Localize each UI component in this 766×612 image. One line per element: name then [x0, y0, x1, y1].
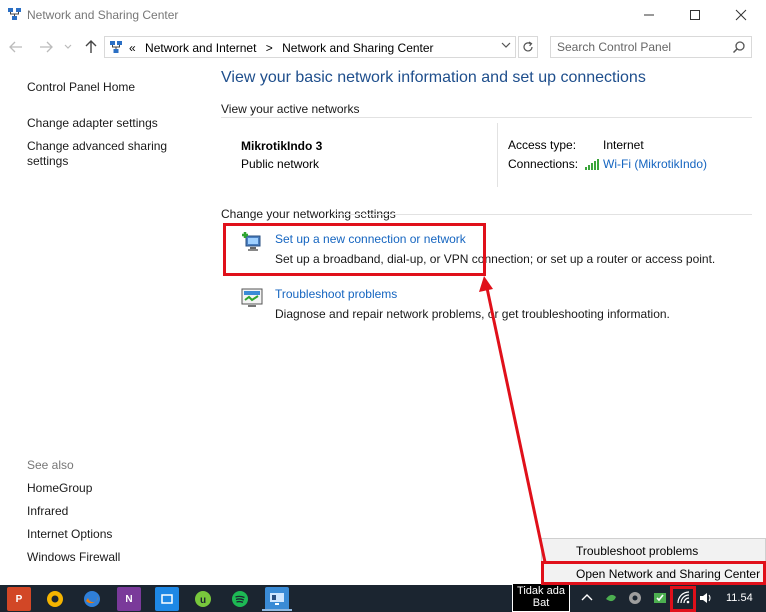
vertical-divider: [497, 123, 498, 187]
maxthon-glyph: [161, 594, 173, 604]
annotation-highlight-menu-item: [541, 561, 766, 585]
annotation-highlight-setup: [223, 223, 486, 276]
spotify-icon[interactable]: [228, 587, 252, 611]
spotify-glyph: [232, 591, 248, 607]
maximize-icon: [690, 10, 700, 20]
sync-icon[interactable]: [628, 591, 642, 605]
wifi-connection-link[interactable]: Wi-Fi (MikrotikIndo): [603, 157, 707, 171]
address-row: « Network and Internet > Network and Sha…: [0, 34, 766, 60]
page-title: View your basic network information and …: [221, 69, 646, 86]
chevron-down-icon: [64, 44, 72, 49]
refresh-icon: [523, 41, 533, 52]
sidebar-link-control-panel-home[interactable]: Control Panel Home: [27, 80, 135, 95]
chrome-canary-glyph: [47, 591, 63, 607]
sidebar-link-change-advanced-sharing[interactable]: Change advanced sharing settings: [27, 139, 197, 169]
breadcrumb: « Network and Internet > Network and Sha…: [129, 41, 440, 55]
see-also-link-internet-options[interactable]: Internet Options: [27, 527, 112, 542]
control-panel-taskbar-icon[interactable]: [265, 587, 289, 611]
control-panel-glyph: [270, 593, 284, 605]
network-category[interactable]: Public network: [241, 157, 319, 171]
access-type-label: Access type:: [508, 138, 577, 152]
window-title: Network and Sharing Center: [27, 8, 179, 22]
volume-icon[interactable]: [699, 591, 713, 605]
tray-app-icon[interactable]: [604, 591, 618, 605]
connections-label: Connections:: [508, 157, 579, 171]
refresh-button[interactable]: [518, 36, 538, 58]
forward-button[interactable]: [37, 38, 55, 56]
annotation-highlight-wifi-tray: [670, 586, 696, 612]
network-center-icon: [110, 41, 122, 53]
battery-tooltip: Tidak ada Bat: [512, 583, 570, 612]
search-box[interactable]: [550, 36, 752, 58]
chevron-down-icon: [501, 42, 511, 48]
up-arrow-icon: [85, 40, 97, 53]
see-also-link-windows-firewall[interactable]: Windows Firewall: [27, 550, 120, 565]
see-also-link-homegroup[interactable]: HomeGroup: [27, 481, 92, 496]
back-button[interactable]: [7, 38, 25, 56]
maximize-button[interactable]: [672, 0, 718, 30]
network-center-icon: [8, 8, 21, 20]
powerpoint-icon[interactable]: P: [7, 587, 31, 611]
maxthon-icon[interactable]: [155, 587, 179, 611]
up-button[interactable]: [82, 38, 100, 56]
address-bar[interactable]: « Network and Internet > Network and Sha…: [104, 36, 516, 58]
minimize-icon: [644, 14, 654, 16]
see-also-link-infrared[interactable]: Infrared: [27, 504, 68, 519]
divider: [334, 214, 752, 215]
active-app-indicator: [262, 609, 292, 611]
breadcrumb-overflow[interactable]: «: [129, 41, 136, 55]
chrome-canary-icon[interactable]: [43, 587, 67, 611]
show-hidden-icons-icon[interactable]: [580, 591, 594, 605]
see-also-label: See also: [27, 458, 74, 472]
search-icon[interactable]: [732, 40, 746, 54]
active-networks-label: View your active networks: [221, 102, 360, 116]
title-bar: Network and Sharing Center: [0, 0, 766, 30]
address-dropdown-button[interactable]: [501, 40, 511, 52]
divider: [221, 117, 752, 118]
breadcrumb-separator[interactable]: >: [266, 41, 273, 55]
onenote-icon[interactable]: N: [117, 587, 141, 611]
close-icon: [735, 9, 747, 21]
access-type-value: Internet: [603, 138, 644, 152]
troubleshoot-icon: [241, 288, 263, 307]
firefox-glyph: [84, 591, 100, 607]
back-arrow-icon: [9, 41, 22, 53]
wifi-signal-icon: [585, 159, 599, 170]
taskbar: P N u: [0, 585, 766, 612]
breadcrumb-item-network-internet[interactable]: Network and Internet: [145, 41, 256, 55]
security-icon[interactable]: [653, 591, 667, 605]
troubleshoot-problems-description: Diagnose and repair network problems, or…: [275, 307, 670, 321]
utorrent-icon[interactable]: u: [191, 587, 215, 611]
menu-item-troubleshoot-problems[interactable]: Troubleshoot problems: [576, 544, 698, 558]
breadcrumb-item-network-sharing-center[interactable]: Network and Sharing Center: [282, 41, 433, 55]
screen: Network and Sharing Center « Network and…: [0, 0, 766, 612]
svg-text:u: u: [200, 595, 206, 606]
forward-arrow-icon: [40, 41, 53, 53]
taskbar-clock[interactable]: 11.54: [726, 592, 753, 604]
utorrent-glyph: u: [195, 591, 211, 607]
minimize-button[interactable]: [626, 0, 672, 30]
troubleshoot-problems-link[interactable]: Troubleshoot problems: [275, 287, 397, 301]
network-name: MikrotikIndo 3: [241, 139, 323, 153]
firefox-icon[interactable]: [80, 587, 104, 611]
close-button[interactable]: [718, 0, 764, 30]
sidebar-link-change-adapter-settings[interactable]: Change adapter settings: [27, 116, 158, 131]
recent-locations-button[interactable]: [62, 38, 74, 56]
search-input[interactable]: [557, 39, 727, 55]
